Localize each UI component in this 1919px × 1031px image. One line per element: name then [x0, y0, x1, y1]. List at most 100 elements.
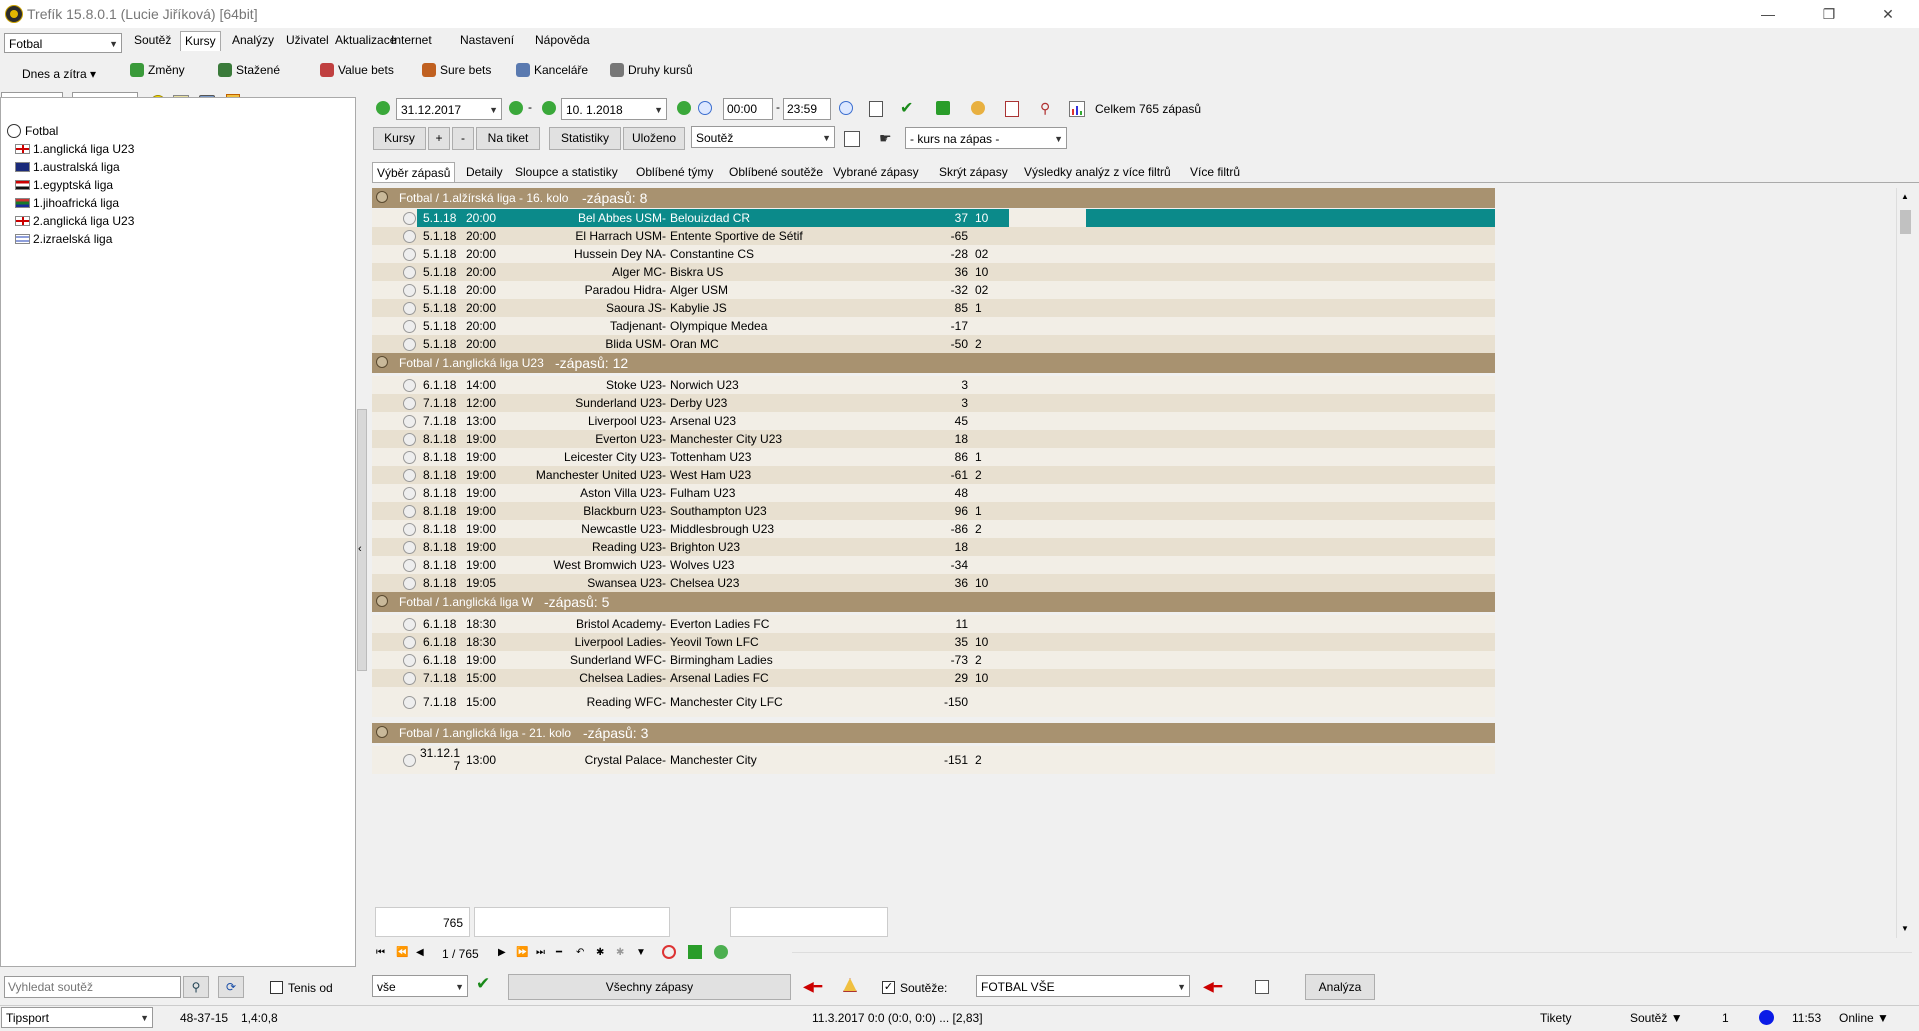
tree-item-5[interactable]: 2.izraelská liga	[15, 230, 112, 248]
menu-3[interactable]: Uživatel	[282, 31, 333, 50]
table-row[interactable]: 6.1.18 14:00 Stoke U23- Norwich U23 3	[372, 376, 1495, 394]
search-competition-input[interactable]	[4, 976, 181, 998]
table-row[interactable]: 5.1.18 20:00 Tadjenant - Olympique Medea -17	[372, 317, 1495, 335]
add-button[interactable]: +	[428, 127, 450, 150]
magnifier-icon[interactable]: ⚲	[1040, 100, 1050, 117]
prev-date-icon[interactable]	[376, 101, 390, 115]
delete-record-icon[interactable]: ━	[556, 947, 562, 958]
arrow-left-icon[interactable]: ◀━	[803, 978, 822, 995]
table-row[interactable]: 5.1.18 20:00 Alger MC - Biskra US 36 10	[372, 263, 1495, 281]
tree-item-0[interactable]: 1.anglická liga U23	[15, 140, 134, 158]
table-row[interactable]: 7.1.18 15:00 Reading WFC - Manchester City L…	[372, 687, 1495, 717]
value-bets-button[interactable]: Value bets	[320, 60, 394, 80]
first-page-icon[interactable]: ⏮	[376, 947, 385, 958]
row-arrow-icon[interactable]	[403, 753, 416, 767]
prev-page-icon[interactable]: ◀	[416, 947, 424, 958]
row-arrow-icon[interactable]	[403, 265, 416, 279]
tab-1[interactable]: Detaily	[462, 162, 507, 182]
all-matches-button[interactable]: Všechny zápasy	[508, 974, 791, 1000]
stop-icon[interactable]	[662, 945, 676, 959]
arrow-left-icon-2[interactable]: ◀━	[1203, 978, 1222, 995]
refresh-icon[interactable]	[714, 945, 728, 959]
row-arrow-icon[interactable]	[403, 558, 416, 572]
collapse-group-icon[interactable]	[376, 191, 388, 203]
row-arrow-icon[interactable]	[403, 450, 416, 464]
chart-icon[interactable]	[1069, 101, 1085, 117]
ulozeno-button[interactable]: Uloženo	[623, 127, 685, 150]
table-row[interactable]: 5.1.18 20:00 Hussein Dey NA - Constantine CS…	[372, 245, 1495, 263]
minimize-icon[interactable]: —	[1745, 2, 1791, 26]
table-row[interactable]: 8.1.18 19:00 Newcastle U23- Middlesbrough U…	[372, 520, 1495, 538]
info-icon[interactable]	[839, 101, 853, 115]
menu-0[interactable]: Soutěž	[130, 31, 175, 50]
row-arrow-icon[interactable]	[403, 653, 416, 667]
tree-item-1[interactable]: 1.australská liga	[15, 158, 120, 176]
menu-5[interactable]: Internet	[387, 31, 436, 50]
row-arrow-icon[interactable]	[403, 337, 416, 351]
dice-icon[interactable]	[1255, 980, 1269, 994]
cancel-record-icon[interactable]: ✱	[616, 947, 624, 958]
soutez-select[interactable]: Soutěž ▼	[691, 126, 835, 148]
tree-root[interactable]: Fotbal	[7, 122, 58, 140]
row-arrow-icon[interactable]	[403, 576, 416, 590]
scroll-thumb[interactable]	[1900, 210, 1911, 234]
kursy-button[interactable]: Kursy	[373, 127, 426, 150]
restore-icon[interactable]: ❐	[1806, 2, 1852, 26]
row-arrow-icon[interactable]	[403, 635, 416, 649]
table-row[interactable]: 8.1.18 19:00 Aston Villa U23- Fulham U23 48	[372, 484, 1495, 502]
table-row[interactable]: 31.12.1 7 13:00 Crystal Palace - Manchester …	[372, 746, 1495, 774]
status-online[interactable]: Online ▼	[1839, 1011, 1889, 1025]
grid-vertical-scrollbar[interactable]: ▲ ▼	[1896, 188, 1914, 938]
group-header[interactable]: Fotbal / 1.alžírská liga - 16. kolo -zápa…	[372, 188, 1495, 208]
table-row[interactable]: 7.1.18 12:00 Sunderland U23- Derby U23 3	[372, 394, 1495, 412]
menu-2[interactable]: Analýzy	[228, 31, 278, 50]
tab-7[interactable]: Výsledky analýz z více filtrů	[1020, 162, 1175, 182]
post-record-icon[interactable]: ✱	[596, 947, 604, 958]
menu-1[interactable]: Kursy	[180, 31, 221, 51]
tab-8[interactable]: Více filtrů	[1186, 162, 1244, 182]
table-row[interactable]: 8.1.18 19:00 West Bromwich U23- Wolves U23 -…	[372, 556, 1495, 574]
export-icon[interactable]	[688, 945, 702, 959]
table-row[interactable]: 8.1.18 19:00 Leicester City U23- Tottenham …	[372, 448, 1495, 466]
tenis-checkbox[interactable]	[270, 981, 283, 994]
row-arrow-icon[interactable]	[403, 540, 416, 554]
table-row[interactable]: 5.1.18 20:00 Blida USM - Oran MC -50 2	[372, 335, 1495, 353]
group-header[interactable]: Fotbal / 1.anglická liga W -zápasů: 5	[372, 592, 1495, 612]
remove-button[interactable]: -	[452, 127, 474, 150]
table-row[interactable]: 8.1.18 19:00 Everton U23- Manchester City U…	[372, 430, 1495, 448]
group-header[interactable]: Fotbal / 1.anglická liga U23 -zápasů: 12	[372, 353, 1495, 373]
panel-splitter[interactable]: ‹	[357, 97, 367, 967]
bookmaker-select[interactable]: Tipsport ▼	[1, 1007, 153, 1028]
save-icon[interactable]	[869, 101, 883, 117]
next-date-icon[interactable]	[509, 101, 523, 115]
table-row[interactable]: 6.1.18 18:30 Liverpool Ladies - Yeovil Town …	[372, 633, 1495, 651]
next-date-to-icon[interactable]	[677, 101, 691, 115]
sure-bets-button[interactable]: Sure bets	[422, 60, 491, 80]
table-row[interactable]: 5.1.18 20:00 Paradou Hidra - Alger USM -32 02	[372, 281, 1495, 299]
edit-record-icon[interactable]: ↶	[576, 947, 584, 958]
time-from-field[interactable]	[723, 98, 773, 120]
table-row[interactable]: 5.1.18 20:00 Saoura JS - Kabylie JS 85 1	[372, 299, 1495, 317]
splitter-handle[interactable]	[357, 409, 367, 671]
tree-item-3[interactable]: 1.jihoafrická liga	[15, 194, 119, 212]
collapse-group-icon[interactable]	[376, 595, 388, 607]
row-arrow-icon[interactable]	[403, 617, 416, 631]
statistiky-button[interactable]: Statistiky	[549, 127, 621, 150]
row-arrow-icon[interactable]	[403, 486, 416, 500]
pointer-icon[interactable]: ☛	[879, 130, 892, 147]
sport-select[interactable]: Fotbal ▼	[4, 33, 122, 53]
row-arrow-icon[interactable]	[403, 283, 416, 297]
tab-5[interactable]: Vybrané zápasy	[829, 162, 923, 182]
refresh-button[interactable]: ⟳	[218, 976, 244, 998]
menu-7[interactable]: Nápověda	[531, 31, 594, 50]
kancelare-button[interactable]: Kanceláře	[516, 60, 588, 80]
status-soutez[interactable]: Soutěž ▼	[1630, 1011, 1683, 1025]
tab-3[interactable]: Oblíbené týmy	[632, 162, 717, 182]
close-icon[interactable]: ✕	[1865, 2, 1911, 26]
collapse-group-icon[interactable]	[376, 356, 388, 368]
druhy-kursu-button[interactable]: Druhy kursů	[610, 60, 693, 80]
table-row[interactable]: 6.1.18 19:00 Sunderland WFC - Birmingham Lad…	[372, 651, 1495, 669]
last-page-icon[interactable]: ⏭	[536, 947, 545, 958]
tab-4[interactable]: Oblíbené soutěže	[725, 162, 827, 182]
warning-icon[interactable]	[843, 978, 857, 992]
